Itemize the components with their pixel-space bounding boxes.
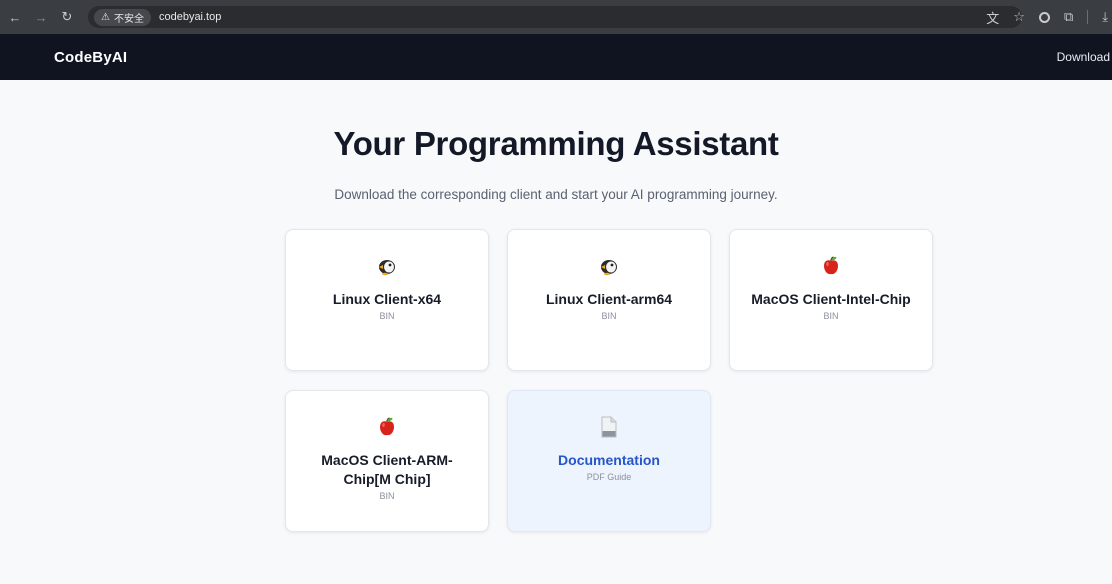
extensions-puzzle-icon[interactable]: ⧉ xyxy=(1064,9,1073,25)
card-file-type: BIN xyxy=(379,491,395,501)
reload-icon[interactable]: ↻ xyxy=(60,9,74,25)
security-chip[interactable]: ⚠ 不安全 xyxy=(94,8,151,26)
card-title: MacOS Client-Intel-Chip xyxy=(751,291,911,307)
toolbar-divider xyxy=(1087,10,1089,24)
url-text[interactable]: codebyai.top xyxy=(159,11,221,23)
bookmark-star-icon[interactable]: ☆ xyxy=(1013,9,1025,25)
download-card-linux-arm64[interactable]: Linux Client-arm64 BIN xyxy=(507,229,711,371)
back-icon[interactable]: ← xyxy=(8,10,22,25)
browser-actions: 文 ☆ ⧉ ⤓ xyxy=(986,0,1112,34)
card-file-type: BIN xyxy=(379,311,395,321)
card-file-type: PDF Guide xyxy=(586,472,632,482)
extension-circle-icon[interactable] xyxy=(1038,11,1050,23)
penguin-icon xyxy=(597,254,621,278)
page-subtitle: Download the corresponding client and st… xyxy=(334,187,778,202)
page-title: Your Programming Assistant xyxy=(333,125,779,162)
forward-icon[interactable]: → xyxy=(34,10,48,25)
brand-logo[interactable]: CodeByAI xyxy=(54,49,127,66)
download-icon[interactable]: ⤓ xyxy=(1102,9,1108,25)
penguin-icon xyxy=(375,254,399,278)
card-title: Linux Client-x64 xyxy=(332,291,442,307)
card-title: MacOS Client-ARM-Chip[M Chip] xyxy=(321,452,453,487)
security-label: 不安全 xyxy=(113,13,144,25)
address-bar[interactable]: ⚠ 不安全 codebyai.top xyxy=(88,6,1022,28)
site-header: CodeByAI Download xyxy=(0,34,1112,80)
card-file-type: BIN xyxy=(601,311,617,321)
apple-icon xyxy=(375,415,399,439)
card-title: Linux Client-arm64 xyxy=(545,291,673,307)
translate-icon[interactable]: 文 xyxy=(986,8,999,27)
card-title: Documentation xyxy=(558,452,660,468)
nav-download-link[interactable]: Download xyxy=(1057,50,1110,64)
apple-icon xyxy=(819,254,843,278)
documentation-card[interactable]: Documentation PDF Guide xyxy=(507,390,711,532)
document-icon xyxy=(597,415,621,439)
download-card-linux-x64[interactable]: Linux Client-x64 BIN xyxy=(285,229,489,371)
download-card-macos-intel[interactable]: MacOS Client-Intel-Chip BIN xyxy=(729,229,933,371)
download-card-macos-arm[interactable]: MacOS Client-ARM-Chip[M Chip] BIN xyxy=(285,390,489,532)
card-file-type: BIN xyxy=(823,311,839,321)
browser-toolbar: ← → ↻ ⚠ 不安全 codebyai.top 文 ☆ ⧉ ⤓ xyxy=(0,0,1112,34)
warning-icon: ⚠ xyxy=(101,11,110,23)
browser-nav: ← → ↻ xyxy=(0,9,74,25)
